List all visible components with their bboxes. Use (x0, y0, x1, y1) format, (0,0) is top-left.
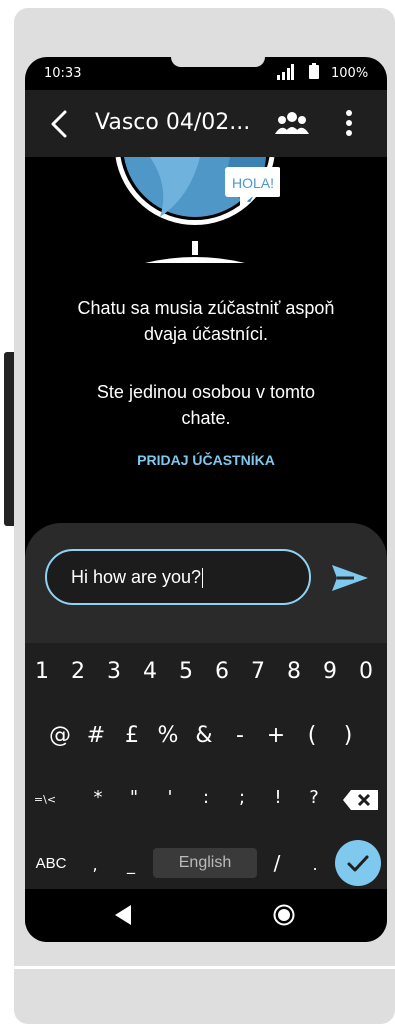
composer-area: Hi how are you? (25, 523, 387, 643)
key-semicolon[interactable]: ; (227, 787, 257, 808)
back-arrow-icon[interactable] (45, 107, 75, 141)
key-3[interactable]: 3 (99, 659, 129, 684)
group-icon[interactable] (275, 108, 309, 138)
key-open-paren[interactable]: ( (297, 723, 327, 748)
key-slash[interactable]: / (267, 851, 287, 875)
globe-illustration: HOLA! (115, 157, 280, 263)
key-6[interactable]: 6 (207, 659, 237, 684)
message-input[interactable]: Hi how are you? (45, 549, 311, 605)
battery-percent: 100% (331, 66, 369, 81)
key-underscore[interactable]: _ (121, 855, 141, 874)
key-hash[interactable]: # (81, 723, 111, 748)
signal-icon (277, 64, 294, 80)
key-period[interactable]: . (305, 855, 325, 874)
send-icon[interactable] (330, 562, 370, 594)
key-comma[interactable]: , (85, 855, 105, 874)
key-pound[interactable]: £ (117, 723, 147, 748)
empty-state-line-3: Ste jedinou osobou v tomto (96, 382, 316, 402)
text-cursor (202, 568, 204, 589)
more-vert-icon[interactable] (337, 106, 361, 140)
key-0[interactable]: 0 (351, 659, 381, 684)
nav-home-icon[interactable] (273, 904, 295, 926)
key-at[interactable]: @ (45, 723, 75, 748)
keyboard: 1 2 3 4 5 6 7 8 9 0 @ # £ % & - + ( ) =\… (25, 643, 387, 889)
system-nav-bar (25, 889, 387, 942)
phone-screen: 10:33 100% Vasco 04/02... HOLA! Chatu sa… (25, 57, 387, 942)
key-8[interactable]: 8 (279, 659, 309, 684)
hola-badge-text: HOLA! (232, 175, 274, 191)
message-input-value: Hi how are you? (71, 567, 202, 587)
status-time: 10:33 (44, 66, 82, 81)
key-close-paren[interactable]: ) (333, 723, 363, 748)
key-1[interactable]: 1 (27, 659, 57, 684)
key-asterisk[interactable]: * (83, 787, 113, 808)
key-more-symbols[interactable]: =\< (29, 793, 61, 806)
key-7[interactable]: 7 (243, 659, 273, 684)
key-double-quote[interactable]: " (119, 787, 149, 808)
key-percent[interactable]: % (153, 723, 183, 748)
empty-state-line-4: chate. (181, 408, 231, 428)
key-plus[interactable]: + (261, 723, 291, 748)
key-colon[interactable]: : (191, 787, 221, 808)
done-key[interactable] (335, 840, 381, 886)
key-4[interactable]: 4 (135, 659, 165, 684)
checkmark-icon (347, 855, 369, 872)
key-space-language[interactable]: English (153, 848, 257, 878)
nav-back-icon[interactable] (113, 903, 133, 927)
battery-icon (309, 63, 319, 79)
key-ampersand[interactable]: & (189, 723, 219, 748)
chat-title: Vasco 04/02... (95, 110, 251, 135)
key-question[interactable]: ? (299, 787, 329, 808)
key-5[interactable]: 5 (171, 659, 201, 684)
key-9[interactable]: 9 (315, 659, 345, 684)
add-participant-link[interactable]: PRIDAJ ÚČASTNÍKA (25, 452, 387, 468)
key-single-quote[interactable]: ' (155, 787, 185, 808)
empty-state-line-1: Chatu sa musia zúčastniť aspoň (77, 298, 335, 318)
key-2[interactable]: 2 (63, 659, 93, 684)
empty-state-line-2: dvaja účastníci. (143, 324, 269, 344)
key-minus[interactable]: - (225, 723, 255, 748)
device-divider (14, 966, 395, 969)
key-exclamation[interactable]: ! (263, 787, 293, 808)
device-side-button (4, 352, 14, 526)
key-abc[interactable]: ABC (31, 855, 71, 872)
status-bar: 10:33 100% (25, 57, 387, 87)
backspace-icon[interactable] (343, 789, 379, 811)
app-bar: Vasco 04/02... (25, 90, 387, 157)
